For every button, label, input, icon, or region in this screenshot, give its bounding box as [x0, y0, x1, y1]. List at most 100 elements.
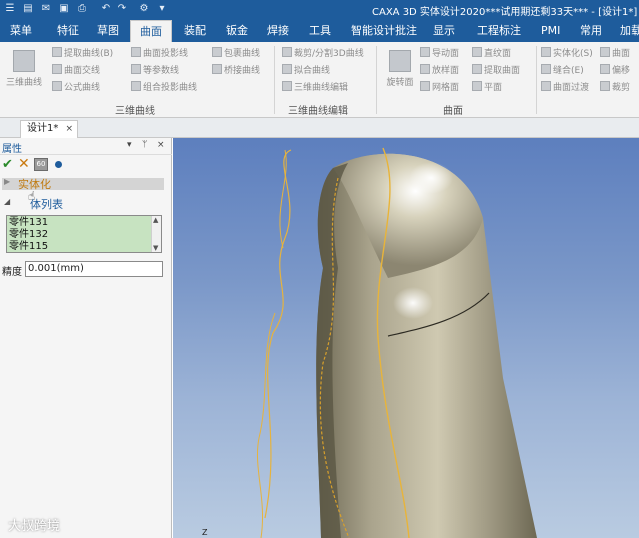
tab-assembly[interactable]: 装配: [184, 20, 206, 42]
scissors-icon: [282, 47, 292, 57]
tab-display[interactable]: 显示: [433, 20, 455, 42]
formula-curve-button[interactable]: 公式曲线: [52, 81, 100, 95]
list-scrollbar[interactable]: ▲ ▼: [151, 216, 161, 252]
3d-curve-edit-button[interactable]: 三维曲线编辑: [282, 81, 348, 95]
tab-tools[interactable]: 工具: [309, 20, 331, 42]
curve-edit-icon: [282, 81, 292, 91]
cancel-icon[interactable]: ✕: [18, 156, 30, 172]
revolve-surface-button[interactable]: 旋转面: [378, 50, 422, 88]
surface-projection-icon: [131, 47, 141, 57]
feature-row[interactable]: ▶ 实体化: [2, 177, 164, 191]
tab-welding[interactable]: 焊接: [267, 20, 289, 42]
stitch-icon: [541, 64, 551, 74]
axis-label: Z: [202, 528, 208, 537]
isoparametric-line-button[interactable]: 等参数线: [131, 64, 179, 78]
undo-icon[interactable]: ↶: [100, 3, 112, 15]
group-divider: [536, 46, 537, 114]
trim-split-3d-curve-button[interactable]: 裁剪/分割3D曲线: [282, 47, 364, 61]
list-item[interactable]: 零件115: [9, 241, 48, 253]
surface-projection-button[interactable]: 曲面投影线: [131, 47, 188, 61]
scroll-up-icon[interactable]: ▲: [153, 216, 158, 224]
offset-icon: [600, 64, 610, 74]
tab-common[interactable]: 常用: [580, 20, 602, 42]
surface-blend-button[interactable]: 曲面过渡: [541, 81, 589, 95]
revolve-surface-icon: [389, 50, 411, 72]
status-dot-icon: [55, 161, 62, 168]
dropdown-icon[interactable]: ▾: [156, 3, 168, 15]
tab-surface[interactable]: 曲面: [130, 20, 172, 42]
settings-icon[interactable]: ⚙: [138, 3, 150, 15]
fit-curve-icon: [282, 64, 292, 74]
tab-feature[interactable]: 特征: [57, 20, 79, 42]
tab-sheetmetal[interactable]: 钣金: [226, 20, 248, 42]
group-label-3d-curve: 三维曲线: [115, 106, 155, 117]
watermark-text: 大叔跨境: [8, 519, 61, 534]
combined-projection-button[interactable]: 组合投影曲线: [131, 81, 197, 95]
sweep-surface-icon: [420, 47, 430, 57]
expand-arrow-icon: ▶: [4, 177, 11, 186]
document-tab[interactable]: 设计1* ×: [20, 120, 78, 138]
menu-icon[interactable]: ☰: [4, 3, 16, 15]
list-item[interactable]: 零件131: [9, 217, 48, 229]
trim-icon: [600, 81, 610, 91]
group-label-surface: 曲面: [443, 106, 463, 117]
tab-sketch[interactable]: 草图: [97, 20, 119, 42]
loft-surface-button[interactable]: 放样面: [420, 64, 459, 78]
loft-surface-icon: [420, 64, 430, 74]
preview-icon[interactable]: 60: [34, 158, 48, 171]
confirm-icon[interactable]: ✔: [2, 157, 13, 172]
3d-curve-button[interactable]: 三维曲线: [2, 50, 46, 88]
tab-engineering-annotation[interactable]: 工程标注: [477, 20, 521, 42]
combined-projection-icon: [131, 81, 141, 91]
mail-icon[interactable]: ✉: [40, 3, 52, 15]
stitch-button[interactable]: 缝合(E): [541, 64, 584, 78]
offset-button[interactable]: 偏移: [600, 64, 630, 78]
tab-menu[interactable]: 菜单: [10, 20, 32, 42]
sweep-surface-button[interactable]: 导动面: [420, 47, 459, 61]
window-title: CAXA 3D 实体设计2020***试用期还剩33天*** - [设计1*]: [372, 7, 638, 18]
ruled-surface-icon: [472, 47, 482, 57]
tab-load[interactable]: 加载: [620, 20, 639, 42]
panel-menu-icon[interactable]: ▾: [127, 140, 132, 150]
group-divider: [376, 46, 377, 114]
solidify-button[interactable]: 实体化(S): [541, 47, 593, 61]
trim-button[interactable]: 裁剪: [600, 81, 630, 95]
body-list[interactable]: 零件131 零件132 零件115 ▲ ▼: [6, 215, 162, 253]
3d-viewport[interactable]: Z: [173, 138, 639, 538]
highlight: [393, 287, 433, 319]
plane-button[interactable]: 平面: [472, 81, 502, 95]
ruled-surface-button[interactable]: 直纹面: [472, 47, 511, 61]
mesh-surface-button[interactable]: 网格面: [420, 81, 459, 95]
list-item[interactable]: 零件132: [9, 229, 48, 241]
redo-icon[interactable]: ↷: [116, 3, 128, 15]
surface-icon: [600, 47, 610, 57]
scroll-down-icon[interactable]: ▼: [153, 244, 158, 252]
wrap-curve-button[interactable]: 包裹曲线: [212, 47, 260, 61]
extract-curve-button[interactable]: 提取曲线(B): [52, 47, 113, 61]
close-icon[interactable]: ×: [65, 121, 73, 137]
bridge-curve-icon: [212, 64, 222, 74]
surface-intersection-button[interactable]: 曲面交线: [52, 64, 100, 78]
extract-surface-button[interactable]: 提取曲面: [472, 64, 520, 78]
isoparametric-line-icon: [131, 64, 141, 74]
mesh-surface-icon: [420, 81, 430, 91]
open-icon[interactable]: ▤: [22, 3, 34, 15]
close-panel-icon[interactable]: ×: [157, 140, 165, 150]
surface-more-button[interactable]: 曲面: [600, 47, 630, 61]
precision-input[interactable]: 0.001(mm): [25, 261, 163, 277]
guide-curve: [279, 149, 287, 249]
tab-pmi[interactable]: PMI: [541, 20, 560, 42]
panel-header: 属性 ▾ ᛘ ×: [0, 138, 172, 155]
extract-curve-icon: [52, 47, 62, 57]
fit-curve-button[interactable]: 拟合曲线: [282, 64, 330, 78]
bridge-curve-button[interactable]: 桥接曲线: [212, 64, 260, 78]
highlight: [409, 162, 453, 194]
pin-icon[interactable]: ᛘ: [142, 140, 147, 150]
tab-smart-annotation[interactable]: 智能设计批注: [351, 20, 417, 42]
surface-intersection-icon: [52, 64, 62, 74]
save-icon[interactable]: ▣: [58, 3, 70, 15]
precision-label: 精度: [2, 267, 22, 278]
property-panel: 属性 ▾ ᛘ × ✔ ✕ 60 ▶ 实体化 ☝ ◢ 体列表 零件131 零件13…: [0, 138, 172, 538]
ribbon-panel: 三维曲线 提取曲线(B) 曲面交线 公式曲线 曲面投影线 等参数线 组合投影曲线…: [0, 42, 639, 118]
print-icon[interactable]: ⎙: [76, 3, 88, 15]
